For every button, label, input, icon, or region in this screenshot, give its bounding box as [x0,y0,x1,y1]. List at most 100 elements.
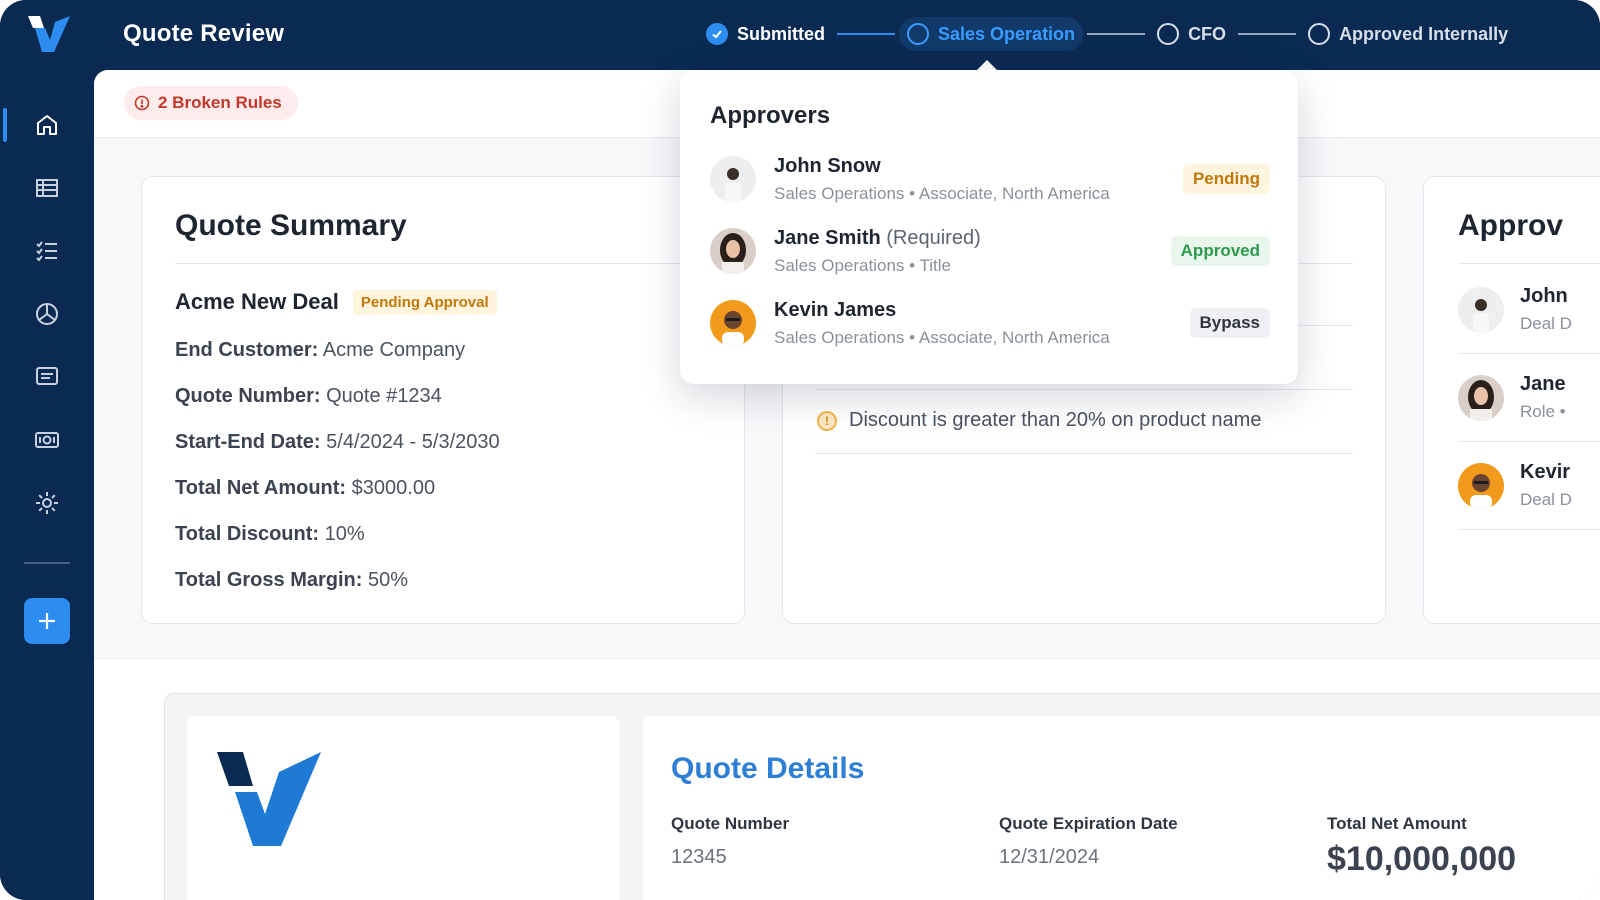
step-label: Submitted [737,23,825,44]
approvers-popover: Approvers John Snow Sales Operations • A… [680,70,1298,384]
approvals-title: Approv [1458,209,1563,242]
field-quote-number: Quote Number: Quote #1234 [175,385,442,408]
approver-row[interactable]: Jane Smith (Required) Sales Operations •… [710,222,1270,280]
logo-icon[interactable] [28,14,70,54]
plus-icon [39,613,55,629]
popover-title: Approvers [710,102,831,129]
step-label: CFO [1188,23,1227,44]
message-icon [36,367,58,385]
page-title: Quote Review [123,20,285,47]
nav-settings[interactable] [28,484,66,522]
field-discount: Total Discount: 10% [175,523,365,546]
sidebar-divider [24,562,70,564]
field-label: Total Gross Margin: [175,569,363,591]
nav-billing[interactable] [28,421,66,459]
approver-item[interactable]: Jane Role • [1458,373,1566,422]
nav-home[interactable] [28,106,66,144]
nav-tasks[interactable] [28,232,66,270]
top-bar: Quote Review Submitted Sales Operation C… [0,0,1600,70]
approver-role: Sales Operations • Title [774,255,951,275]
divider [1458,529,1600,530]
active-indicator [3,108,7,142]
approval-stepper: Submitted Sales Operation CFO Approved I… [698,16,1516,52]
approver-role: Deal D [1520,490,1572,509]
document-preview: Quote Details Quote Number 12345 Quote E… [164,693,1600,900]
pie-chart-icon [36,303,58,325]
broken-rules-badge[interactable]: 2 Broken Rules [124,86,298,120]
detail-value: 12345 [671,846,727,868]
divider [175,263,715,264]
status-badge: Bypass [1189,308,1270,338]
add-button[interactable] [24,598,70,644]
detail-value: $10,000,000 [1327,840,1517,878]
home-icon [37,115,57,135]
field-gross-margin: Total Gross Margin: 50% [175,569,408,592]
required-label: (Required) [886,226,981,249]
status-badge: Approved [1170,236,1270,266]
nav-analytics[interactable] [28,295,66,333]
step-connector [837,33,895,35]
approver-item[interactable]: Kevir Deal D [1458,461,1572,510]
divider [815,453,1353,454]
detail-expiration-date: Quote Expiration Date 12/31/2024 [999,814,1178,869]
approver-role: Deal D [1520,314,1572,333]
circle-icon [907,23,929,45]
avatar [710,228,756,274]
field-label: Total Discount: [175,523,320,545]
approver-name-text: John Snow [774,154,881,177]
approver-role: Role • [1520,402,1566,421]
deal-row: Acme New Deal Pending Approval [175,289,497,315]
detail-total-net-amount: Total Net Amount $10,000,000 [1327,814,1516,879]
step-submitted[interactable]: Submitted [698,17,833,51]
warning-icon: ! [817,410,837,431]
approver-name: Jane Smith (Required) [774,227,1171,250]
quote-summary-card: Quote Summary Acme New Deal Pending Appr… [141,176,745,624]
avatar [710,300,756,346]
divider [1458,263,1600,264]
quote-details-card: Quote Details Quote Number 12345 Quote E… [643,716,1600,900]
approver-row[interactable]: John Snow Sales Operations • Associate, … [710,150,1270,208]
detail-label: Quote Number [671,814,790,833]
field-value: 50% [367,569,409,591]
check-icon [706,23,728,45]
step-label: Sales Operation [938,23,1076,44]
circle-icon [1157,23,1180,45]
step-cfo[interactable]: CFO [1149,17,1234,51]
approver-role: Sales Operations • Associate, North Amer… [774,327,1110,347]
nav-quotes[interactable] [28,169,66,207]
avatar [1458,374,1504,421]
step-connector [1238,33,1297,35]
approver-item[interactable]: John Deal D [1458,285,1572,334]
approver-row[interactable]: Kevin James Sales Operations • Associate… [710,294,1270,352]
detail-quote-number: Quote Number 12345 [671,814,789,869]
company-logo [217,752,321,846]
field-dates: Start-End Date: 5/4/2024 - 5/3/2030 [175,431,500,454]
step-connector [1087,33,1146,35]
list-table-icon [36,179,58,197]
avatar [1458,462,1504,509]
step-sales-operation[interactable]: Sales Operation [899,17,1084,51]
sidebar [0,70,94,900]
field-label: Start-End Date: [175,431,321,453]
field-value: 10% [324,523,365,545]
detail-value: 12/31/2024 [999,846,1100,868]
approvals-card: Approv John Deal D Jane Role • Kevir Dea… [1423,176,1600,624]
approver-name-text: Kevin James [774,298,897,321]
field-net-amount: Total Net Amount: $3000.00 [175,477,435,500]
money-icon [35,432,59,448]
field-value: 5/4/2024 - 5/3/2030 [326,431,500,453]
approver-name: Kevir [1520,461,1571,483]
summary-title: Quote Summary [175,209,407,242]
rule-item[interactable]: ! Discount is greater than 20% on produc… [817,409,1261,432]
step-approved-internally[interactable]: Approved Internally [1300,17,1516,51]
approver-name: John [1520,285,1568,307]
broken-rules-label: 2 Broken Rules [158,93,282,112]
approver-name-text: Jane Smith [774,226,881,249]
divider [1458,441,1600,442]
field-label: Quote Number: [175,385,321,407]
field-value: Quote #1234 [326,385,442,407]
approver-name: Kevin James [774,299,1190,322]
field-end-customer: End Customer: Acme Company [175,339,465,362]
approver-name: Jane [1520,373,1566,395]
nav-messages[interactable] [28,358,66,396]
